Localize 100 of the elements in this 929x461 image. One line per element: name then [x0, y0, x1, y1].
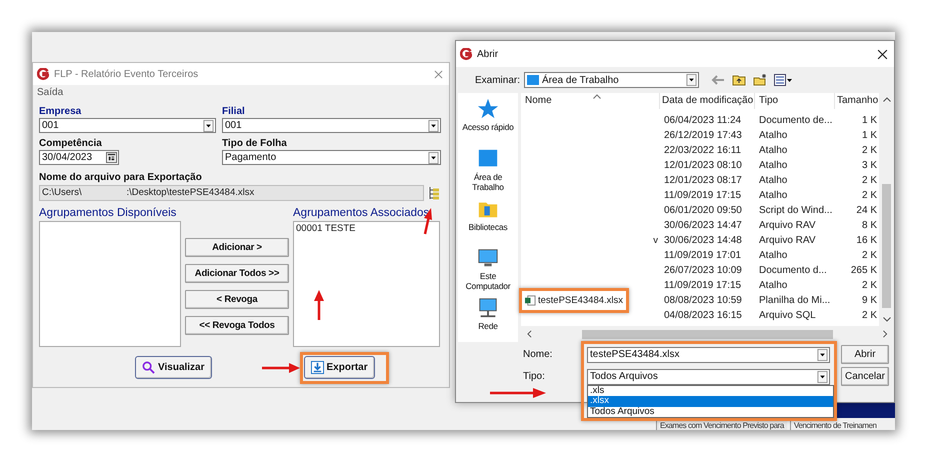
table-cell-text: 04/08/2023 16:15: [663, 310, 743, 321]
place-item[interactable]: Acesso rápido: [458, 93, 518, 143]
table-cell-text: 26/07/2023 10:09: [663, 265, 743, 276]
background-text: Exames com Vencimento Previsto para: [656, 421, 787, 430]
table-cell-text: Atalho: [758, 160, 788, 171]
table-cell-text: Arquivo SQL: [758, 310, 817, 321]
scroll-up-icon[interactable]: [882, 97, 890, 102]
desktop-icon: [527, 74, 539, 86]
field-label: Tipo:: [522, 371, 546, 382]
folder-up-icon[interactable]: [732, 74, 746, 86]
place-item[interactable]: Área de Trabalho: [458, 142, 518, 193]
file-name[interactable]: testePSE43484.xlsx: [538, 295, 624, 306]
table-cell-text: 1 K: [860, 130, 878, 141]
file-type-field[interactable]: Todos Arquivos: [587, 368, 830, 384]
column-header[interactable]: Tamanho: [835, 93, 879, 109]
action-button[interactable]: Visualizar: [135, 356, 212, 379]
table-cell-text: Atalho: [758, 190, 788, 201]
table-cell-text: Arquivo RAV: [758, 235, 817, 246]
column-header[interactable]: Nome: [521, 93, 660, 109]
horizontal-scrollbar[interactable]: [521, 326, 894, 342]
table-cell-text: 2 K: [860, 175, 878, 186]
field-label: Nome:: [522, 349, 554, 360]
table-cell-text: 06/01/2020 09:50: [663, 205, 743, 216]
view-menu-icon[interactable]: [774, 74, 792, 86]
table-cell-text: 2 K: [860, 280, 878, 291]
tree-list-icon[interactable]: [428, 186, 440, 200]
new-folder-icon[interactable]: [753, 74, 767, 86]
annotation-arrow: [489, 387, 547, 399]
dropdown-option[interactable]: Todos Arquivos: [588, 406, 833, 417]
transfer-button[interactable]: Adicionar >: [185, 238, 289, 257]
table-cell-text: 08/08/2023 10:59: [663, 295, 743, 306]
dropdown-field[interactable]: Área de Trabalho: [524, 72, 699, 88]
action-button[interactable]: Exportar: [304, 356, 375, 379]
place-item[interactable]: Bibliotecas: [458, 192, 518, 242]
scroll-down-icon[interactable]: [882, 317, 890, 322]
table-cell-text: 26/12/2019 17:43: [663, 130, 743, 141]
place-item[interactable]: Este Computador: [458, 242, 518, 292]
caret-icon[interactable]: [817, 370, 828, 382]
menu-item[interactable]: Saída: [37, 86, 64, 98]
section-heading: Agrupamentos Disponíveis: [39, 206, 178, 221]
field-label: Examinar:: [474, 74, 520, 86]
dropdown-option[interactable]: .xls: [588, 386, 833, 396]
dropdown-field[interactable]: Pagamento: [222, 150, 441, 165]
caret-icon[interactable]: [817, 348, 828, 360]
logo-icon: [460, 48, 472, 60]
dropdown-field[interactable]: 001: [39, 118, 216, 133]
dropdown-field[interactable]: 001: [222, 118, 441, 133]
network-icon: [477, 297, 499, 320]
scroll-thumb[interactable]: [582, 330, 834, 338]
transfer-button[interactable]: Adicionar Todos >>: [185, 264, 289, 283]
field-label: Nome do arquivo para Exportação: [39, 171, 203, 184]
table-cell-text: Atalho: [758, 175, 788, 186]
table-cell-text: 3 K: [860, 160, 878, 171]
table-cell-text: 2 K: [860, 190, 878, 201]
table-cell-text: Script do Wind...: [758, 205, 834, 216]
table-cell-text: 11/09/2019 17:15: [663, 190, 742, 201]
table-cell-text: 24 K: [855, 205, 878, 216]
table-cell-text: Planilha do Mi...: [758, 295, 832, 306]
caret-icon[interactable]: [428, 152, 439, 164]
table-cell-text: 9 K: [860, 295, 878, 306]
calendar-icon[interactable]: [106, 152, 117, 163]
scroll-right-icon[interactable]: [883, 330, 888, 338]
table-cell-text: 12/01/2023 08:10: [663, 160, 743, 171]
file-name-field[interactable]: testePSE43484.xlsx: [587, 346, 830, 362]
field-label: Empresa: [39, 105, 82, 118]
table-cell-text: 11/09/2019 17:01: [663, 250, 742, 261]
table-cell-text: Documento d...: [758, 265, 828, 276]
column-header[interactable]: Data de modificação: [660, 93, 755, 109]
scroll-thumb[interactable]: [882, 184, 891, 308]
list-box[interactable]: 00001 TESTE: [293, 221, 440, 347]
table-cell-text: Atalho: [758, 130, 788, 141]
caret-icon[interactable]: [428, 120, 439, 132]
dialog-button[interactable]: Abrir: [841, 345, 889, 364]
transfer-button[interactable]: < Revoga: [185, 290, 289, 309]
table-cell-text: 2 K: [860, 310, 878, 321]
table-cell-text: 12/01/2023 08:17: [663, 175, 743, 186]
section-heading: Agrupamentos Associados: [293, 206, 430, 221]
close-icon[interactable]: [877, 48, 888, 60]
scroll-left-icon[interactable]: [527, 330, 532, 338]
dialog-button[interactable]: Cancelar: [841, 367, 889, 386]
logo-icon: [37, 68, 49, 80]
table-cell-text: 11/09/2019 17:15: [663, 280, 742, 291]
background-text: Vencimento de Treinamen: [790, 421, 876, 430]
star-icon: [477, 98, 499, 120]
caret-icon[interactable]: [686, 74, 697, 86]
table-cell-text: 22/03/2022 16:11: [663, 145, 742, 156]
transfer-button[interactable]: << Revoga Todos: [185, 316, 289, 335]
field-label: Competência: [39, 137, 102, 150]
date-field[interactable]: 30/04/2023: [39, 150, 119, 165]
caret-icon[interactable]: [203, 120, 214, 132]
table-cell-text: 2 K: [860, 250, 878, 261]
table-cell-text: Documento de...: [758, 115, 834, 126]
place-item[interactable]: Rede: [458, 292, 518, 342]
table-cell-text: 265 K: [850, 265, 878, 276]
list-item[interactable]: 00001 TESTE: [296, 223, 356, 234]
download-icon: [310, 361, 324, 374]
file-path-field[interactable]: C:\Users\ :\Desktop\testePSE43484.xlsx: [39, 185, 424, 201]
dropdown-option[interactable]: .xlsx: [588, 396, 833, 406]
file-name[interactable]: v: [653, 235, 658, 246]
column-header[interactable]: Tipo: [755, 93, 835, 109]
